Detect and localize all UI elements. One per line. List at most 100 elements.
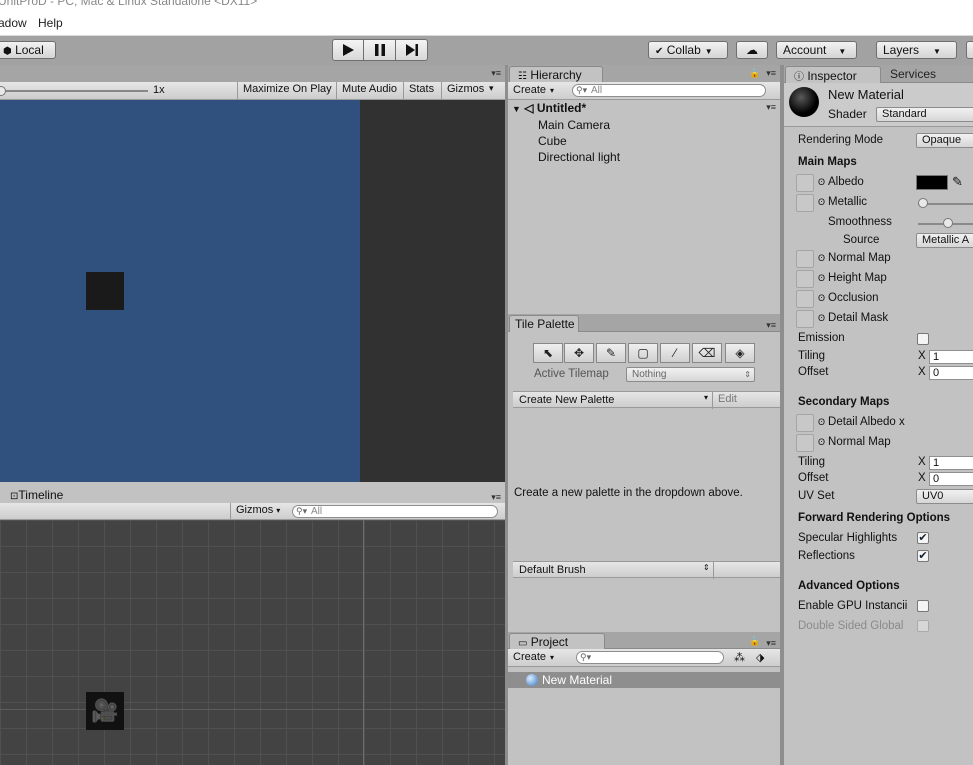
tab-tile-palette[interactable]: Tile Palette [509, 315, 579, 332]
normal-map-slot[interactable] [796, 250, 814, 268]
panel-menu-icon[interactable]: ▾≡ [491, 68, 501, 79]
specular-highlights-checkbox[interactable]: ✔ [917, 532, 929, 544]
hierarchy-item[interactable]: Directional light [538, 150, 620, 164]
camera-icon: 🎥 [86, 692, 124, 730]
tab-services[interactable]: Services [882, 66, 944, 83]
secondary-tiling-x-label: X [918, 456, 926, 468]
hierarchy-item[interactable]: Cube [538, 134, 567, 148]
metallic-texture-slot[interactable] [796, 194, 814, 212]
step-button[interactable] [396, 39, 428, 61]
list-item[interactable]: New Material [508, 672, 780, 688]
account-dropdown[interactable]: Account ▼ [776, 41, 857, 59]
tab-project[interactable]: ▭ Project [509, 633, 605, 650]
layout-dropdown[interactable] [966, 41, 973, 59]
filter-by-type-icon[interactable]: ⁂ [734, 651, 745, 664]
circle-dot-icon[interactable]: ʘ [818, 177, 825, 187]
eyedropper-icon[interactable]: ✎ [952, 174, 963, 190]
rendering-mode-dropdown[interactable]: Opaque [916, 133, 973, 148]
source-dropdown[interactable]: Metallic A [916, 233, 973, 248]
tag-icon[interactable]: ⬗ [756, 651, 764, 664]
circle-dot-icon[interactable]: ʘ [818, 293, 825, 303]
hierarchy-item[interactable]: Main Camera [538, 118, 610, 132]
secondary-normal-map-slot[interactable] [796, 434, 814, 452]
tiling-x-field[interactable]: 1 [929, 350, 973, 364]
timeline-tabbar: ⊡Timeline ▾≡ [0, 487, 505, 503]
gpu-instancing-checkbox[interactable] [917, 600, 929, 612]
move-tool-button[interactable]: ✥ [564, 343, 594, 363]
pivot-local-button[interactable]: ⬢ Local [0, 41, 56, 59]
check-circle-icon: ✔ [655, 46, 664, 57]
albedo-text: Albedo [828, 176, 864, 188]
circle-dot-icon[interactable]: ʘ [818, 437, 825, 447]
hierarchy-create-button[interactable]: Create ▾ [508, 83, 559, 100]
menu-window[interactable]: adow [0, 16, 27, 30]
menu-help[interactable]: Help [38, 16, 63, 30]
palette-dropdown[interactable]: Create New Palette [519, 394, 614, 406]
cloud-button[interactable]: ☁ [736, 41, 768, 59]
metallic-label: ʘ Metallic [818, 196, 867, 208]
detail-albedo-slot[interactable] [796, 414, 814, 432]
mute-audio-button[interactable]: Mute Audio [336, 82, 402, 99]
brush-dropdown[interactable]: Default Brush [519, 564, 586, 576]
circle-dot-icon[interactable]: ʘ [818, 253, 825, 263]
chevron-down-icon: ▾ [276, 506, 281, 515]
play-button[interactable] [332, 39, 364, 61]
timeline-gizmos-button[interactable]: Gizmos ▾ [230, 503, 285, 520]
height-map-text: Height Map [828, 272, 887, 284]
albedo-texture-slot[interactable] [796, 174, 814, 192]
reflections-checkbox[interactable]: ✔ [917, 550, 929, 562]
smoothness-slider-knob[interactable] [943, 218, 953, 228]
project-create-button[interactable]: Create ▾ [508, 650, 559, 667]
panel-menu-icon[interactable]: ▾≡ [766, 638, 776, 649]
circle-dot-icon[interactable]: ʘ [818, 313, 825, 323]
scene-root[interactable]: ▼ ◁ Untitled* [512, 101, 586, 115]
pause-button[interactable] [364, 39, 396, 61]
chevron-down-icon[interactable]: ▾ [489, 83, 494, 94]
detail-mask-slot[interactable] [796, 310, 814, 328]
metallic-slider-knob[interactable] [918, 198, 928, 208]
circle-dot-icon[interactable]: ʘ [818, 417, 825, 427]
panel-menu-icon[interactable]: ▾≡ [491, 492, 501, 503]
palette-edit-button[interactable]: Edit [712, 392, 742, 409]
layers-dropdown[interactable]: Layers ▼ [876, 41, 957, 59]
timeline-canvas[interactable] [0, 520, 505, 765]
circle-dot-icon[interactable]: ʘ [818, 273, 825, 283]
scene-menu-icon[interactable]: ▾≡ [766, 102, 776, 113]
tab-hierarchy[interactable]: ☷ Hierarchy [509, 66, 603, 83]
tab-inspector[interactable]: ⓘ Inspector [785, 66, 881, 83]
active-tilemap-dropdown[interactable]: Nothing ⇕ [626, 367, 755, 382]
panel-menu-icon[interactable]: ▾≡ [766, 320, 776, 331]
game-viewport[interactable] [0, 100, 360, 482]
lock-icon[interactable]: 🔒 [749, 636, 760, 647]
height-map-slot[interactable] [796, 270, 814, 288]
shader-dropdown[interactable]: Standard [876, 107, 973, 122]
chevron-down-icon: ▼ [933, 47, 941, 56]
emission-checkbox[interactable] [917, 333, 929, 345]
hierarchy-search-input[interactable]: All [572, 84, 766, 97]
occlusion-slot[interactable] [796, 290, 814, 308]
fill-tool-button[interactable]: ◈ [725, 343, 755, 363]
scale-slider-track[interactable] [0, 90, 148, 92]
paint-tool-button[interactable]: ✎ [596, 343, 626, 363]
expand-arrow-icon[interactable]: ▼ [512, 104, 521, 114]
box-fill-tool-button[interactable]: ▢ [628, 343, 658, 363]
secondary-offset-x-field[interactable]: 0 [929, 472, 973, 486]
secondary-tiling-x-field[interactable]: 1 [929, 456, 973, 470]
maximize-on-play-button[interactable]: Maximize On Play [237, 82, 337, 99]
eraser-tool-button[interactable]: ⌫ [692, 343, 722, 363]
uv-set-dropdown[interactable]: UV0 [916, 489, 973, 504]
timeline-tab[interactable]: ⊡Timeline [10, 488, 63, 502]
scale-slider-knob[interactable] [0, 86, 6, 96]
picker-tool-button[interactable]: ⁄ [660, 343, 690, 363]
gizmos-button[interactable]: Gizmos [441, 82, 489, 99]
albedo-color-swatch[interactable] [916, 175, 948, 190]
stats-button[interactable]: Stats [403, 82, 439, 99]
timeline-search-input[interactable]: All [292, 505, 498, 518]
project-search-input[interactable] [576, 651, 724, 664]
lock-icon[interactable]: 🔒 [749, 68, 760, 79]
offset-x-field[interactable]: 0 [929, 366, 973, 380]
select-tool-button[interactable]: ⬉ [533, 343, 563, 363]
collab-button[interactable]: ✔ Collab ▼ [648, 41, 728, 59]
panel-menu-icon[interactable]: ▾≡ [766, 68, 776, 79]
circle-dot-icon[interactable]: ʘ [818, 197, 825, 207]
